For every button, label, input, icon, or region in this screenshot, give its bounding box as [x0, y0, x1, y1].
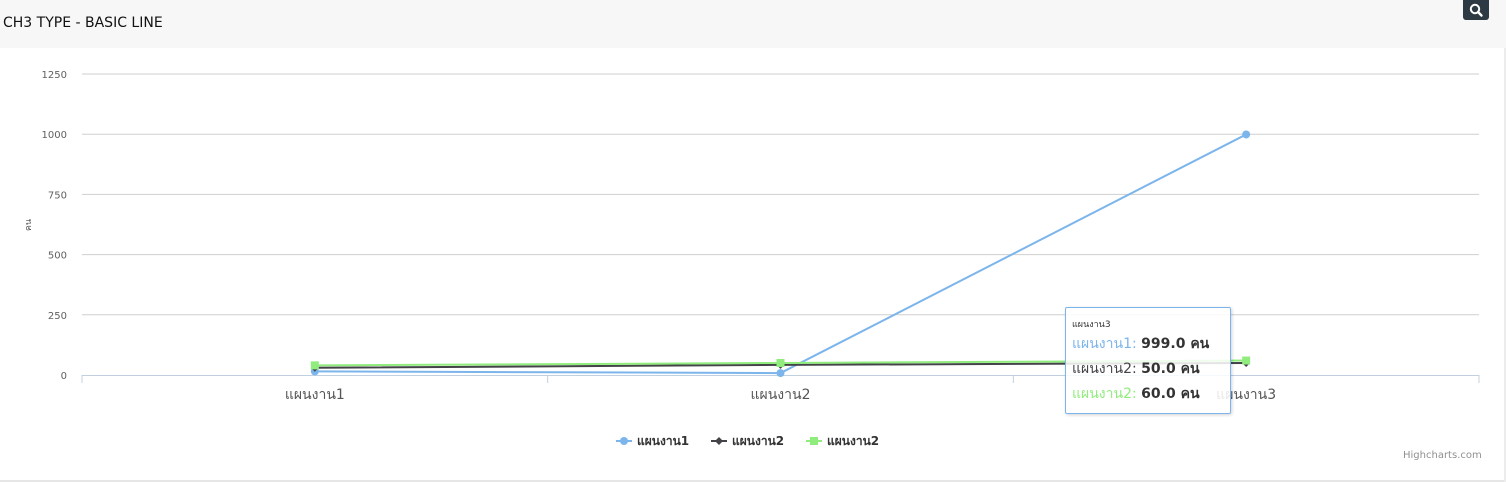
- tooltip-value: 999.0 คน: [1141, 336, 1210, 352]
- data-point: [310, 361, 319, 370]
- line-chart: 025050075010001250 คน แผนงาน1 แผนงาน2 แผนง…: [24, 70, 1480, 448]
- y-tick-label: 250: [48, 311, 67, 322]
- grid-lines: [82, 73, 1479, 316]
- tooltip-series-name: แผนงาน2: [1072, 361, 1132, 377]
- credits-link[interactable]: Highcharts.com: [1403, 450, 1482, 461]
- tooltip-row-2: แผนงาน2: 50.0 คน: [1072, 361, 1200, 377]
- tooltip-series-name: แผนงาน2: [1072, 386, 1132, 402]
- x-tick-label: แผนงาน1: [285, 387, 345, 403]
- legend-item-label[interactable]: แผนงาน2: [732, 434, 784, 448]
- y-axis-ticks: 0 250 500 750 1000 1250: [42, 70, 67, 382]
- data-point: [776, 369, 785, 378]
- y-tick-label: 500: [48, 251, 67, 262]
- y-axis-label: คน: [24, 219, 34, 231]
- y-tick-label: 1250: [42, 70, 67, 81]
- tooltip-header: แผนงาน3: [1072, 320, 1111, 330]
- legend-marker: [810, 437, 818, 445]
- tooltip-value: 60.0 คน: [1141, 386, 1200, 402]
- y-tick-label: 1000: [42, 130, 67, 141]
- legend-item-label[interactable]: แผนงาน1: [637, 434, 689, 448]
- data-point: [1242, 356, 1251, 365]
- tooltip-row-3: แผนงาน2: 60.0 คน: [1072, 386, 1200, 402]
- legend-marker: [620, 437, 628, 445]
- tooltip-series-name: แผนงาน1: [1072, 336, 1132, 352]
- data-point: [1242, 130, 1251, 139]
- legend-marker: [715, 437, 723, 445]
- tooltip-value: 50.0 คน: [1141, 361, 1200, 377]
- y-tick-label: 750: [48, 190, 67, 201]
- x-tick-label: แผนงาน2: [751, 387, 811, 403]
- y-tick-label: 0: [61, 371, 67, 382]
- tooltip: แผนงาน3 แผนงาน1: 999.0 คน แผนงาน2: 50.0 …: [1065, 307, 1231, 414]
- x-axis: แผนงาน1 แผนงาน2 แผนงาน3: [81, 375, 1480, 403]
- data-point: [776, 358, 785, 367]
- bottom-border: [0, 480, 1506, 482]
- tooltip-row-1: แผนงาน1: 999.0 คน: [1072, 336, 1210, 352]
- legend-item-label[interactable]: แผนงาน2: [827, 434, 879, 448]
- legend: แผนงาน1 แผนงาน2 แผนงาน2: [616, 434, 879, 448]
